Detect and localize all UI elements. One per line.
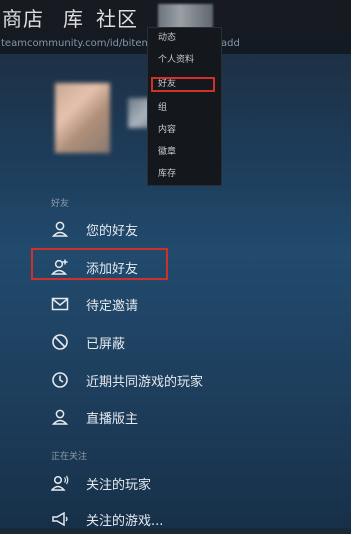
sidebar-item-label: 近期共同游戏的玩家	[86, 375, 204, 390]
clock-icon	[52, 372, 68, 388]
sidebar-item-label: 待定邀请	[86, 299, 139, 314]
dropdown-item-activity[interactable]: 动态	[158, 30, 176, 46]
dropdown-item-badges[interactable]: 徽章	[158, 144, 176, 160]
sidebar-item-label: 您的好友	[86, 224, 139, 239]
blocked-icon	[52, 334, 68, 350]
section-label-friends: 好友	[51, 199, 70, 209]
nav-library[interactable]: 库	[63, 3, 84, 32]
envelope-icon	[51, 297, 69, 311]
avatar	[55, 83, 110, 153]
sidebar-item-label: 直播版主	[86, 412, 139, 427]
sidebar-item-broadcast-moderators[interactable]: 直播版主	[51, 406, 301, 432]
dropdown-item-groups[interactable]: 组	[158, 100, 167, 116]
url-text-right: add	[221, 38, 240, 49]
sidebar-item-label: 关注的玩家	[86, 478, 152, 493]
section-label-following: 正在关注	[51, 452, 88, 462]
friends-highlight-box	[151, 77, 215, 92]
url-text-left: teamcommunity.com/id/bitemeua	[1, 38, 170, 49]
sidebar-item-label: 关注的游戏...	[86, 514, 164, 529]
sidebar-item-pending-invites[interactable]: 待定邀请	[51, 293, 301, 319]
add-friend-highlight-box	[31, 248, 168, 280]
megaphone-icon	[52, 511, 68, 527]
dropdown-item-profile[interactable]: 个人资料	[158, 52, 194, 68]
sidebar-item-label: 已屏蔽	[86, 337, 126, 352]
person-icon	[51, 221, 69, 237]
dropdown-item-content[interactable]: 内容	[158, 122, 176, 138]
nav-store[interactable]: 商店	[2, 3, 44, 32]
person-icon	[51, 409, 69, 425]
sidebar-item-recently-played[interactable]: 近期共同游戏的玩家	[51, 369, 301, 395]
dropdown-item-inventory[interactable]: 库存	[158, 166, 176, 182]
sidebar-item-your-friends[interactable]: 您的好友	[51, 218, 301, 244]
sidebar-item-followed-games[interactable]: 关注的游戏...	[51, 508, 301, 534]
sidebar-item-followed-players[interactable]: 关注的玩家	[51, 472, 301, 498]
person-sound-icon	[51, 475, 69, 491]
nav-community[interactable]: 社区	[96, 3, 138, 32]
user-dropdown-menu: 动态 个人资料 好友 组 内容 徽章 库存	[147, 27, 222, 186]
sidebar-item-blocked[interactable]: 已屏蔽	[51, 331, 301, 357]
